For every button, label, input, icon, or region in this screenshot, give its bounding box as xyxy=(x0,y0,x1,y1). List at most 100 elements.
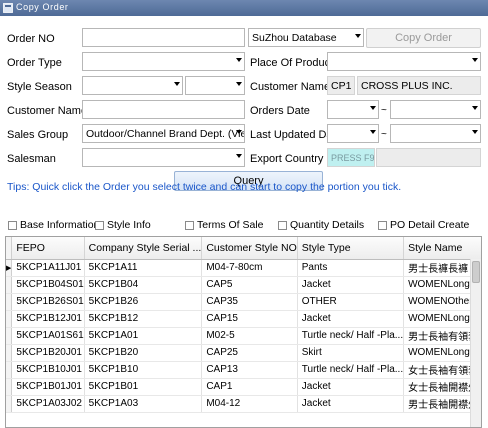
current-row-marker-icon: ▶ xyxy=(6,264,12,272)
chevron-down-icon xyxy=(370,106,376,110)
cell-company-style-serial[interactable]: 5KCP1B20 xyxy=(84,344,203,362)
cell-style-type[interactable]: Pants xyxy=(297,259,405,277)
customer-name-input[interactable] xyxy=(82,100,245,119)
cell-customer-style-no[interactable]: M04-7-80cm xyxy=(201,259,298,277)
po-detail-create-label: PO Detail Create xyxy=(390,219,470,231)
orders-date-label: Orders Date xyxy=(250,105,310,117)
column-header-company-style-serial[interactable]: Company Style Serial ... xyxy=(84,237,203,260)
cell-company-style-serial[interactable]: 5KCP1A11 xyxy=(84,259,203,277)
table-row[interactable]: 5KCP1A01S61 5KCP1A01 M02-5 Turtle neck/ Hal… xyxy=(6,327,481,345)
search-form: Order NO SuZhou Database Copy Order Orde… xyxy=(0,16,488,236)
cell-style-type[interactable]: Jacket xyxy=(297,395,405,413)
cell-style-type[interactable]: OTHER xyxy=(297,293,405,311)
cell-customer-style-no[interactable]: CAP35 xyxy=(201,293,298,311)
cell-fepo[interactable]: 5KCP1B01J01 xyxy=(11,378,85,396)
customer-name-display: CROSS PLUS INC. xyxy=(357,76,481,95)
table-row[interactable]: 5KCP1B12J01 5KCP1B12 CAP15 Jacket WOMENLong … xyxy=(6,310,481,328)
salesman-label: Salesman xyxy=(7,153,56,165)
last-updated-date-to[interactable] xyxy=(390,124,481,143)
sales-group-value: Outdoor/Channel Brand Dept. (Vietnam) xyxy=(86,128,245,140)
base-information-checkbox[interactable] xyxy=(8,221,17,230)
style-season-select-2[interactable] xyxy=(185,76,245,95)
header-row: FEPO Company Style Serial ... Customer S… xyxy=(6,237,481,260)
terms-of-sale-label: Terms Of Sale xyxy=(197,219,264,231)
table-row[interactable]: ▶ 5KCP1A11J01 5KCP1A11 M04-7-80cm Pants 男士長褲長… xyxy=(6,259,481,277)
cell-customer-style-no[interactable]: M02-5 xyxy=(201,327,298,345)
style-season-label: Style Season xyxy=(7,81,72,93)
sales-group-label: Sales Group xyxy=(7,129,69,141)
table-row[interactable]: 5KCP1B01J01 5KCP1B01 CAP1 Jacket 女士長袖開襟外套 xyxy=(6,378,481,396)
cell-style-type[interactable]: Turtle neck/ Half -Pla... xyxy=(297,327,405,345)
copy-order-button[interactable]: Copy Order xyxy=(366,28,481,48)
column-header-customer-style-no[interactable]: Customer Style NO xyxy=(201,237,298,260)
cell-customer-style-no[interactable]: CAP1 xyxy=(201,378,298,396)
cell-fepo[interactable]: 5KCP1A01S61 xyxy=(11,327,85,345)
cell-company-style-serial[interactable]: 5KCP1A03 xyxy=(84,395,203,413)
vertical-scrollbar[interactable] xyxy=(470,259,481,427)
cell-customer-style-no[interactable]: CAP13 xyxy=(201,361,298,379)
cell-company-style-serial[interactable]: 5KCP1B26 xyxy=(84,293,203,311)
cell-customer-style-no[interactable]: CAP15 xyxy=(201,310,298,328)
cell-fepo[interactable]: 5KCP1B12J01 xyxy=(11,310,85,328)
cell-fepo[interactable]: 5KCP1B26S01 xyxy=(11,293,85,311)
cell-fepo[interactable]: 5KCP1B20J01 xyxy=(11,344,85,362)
po-detail-create-checkbox[interactable] xyxy=(378,221,387,230)
export-country-code-field[interactable]: PRESS F9 FC xyxy=(327,148,375,167)
cell-company-style-serial[interactable]: 5KCP1B12 xyxy=(84,310,203,328)
table-row[interactable]: 5KCP1B26S015KCP1B26CAP35OTHERWOMENOthers… xyxy=(6,293,481,311)
chevron-down-icon xyxy=(472,130,478,134)
column-header-style-name[interactable]: Style Name xyxy=(403,237,481,260)
quantity-details-label: Quantity Details xyxy=(290,219,365,231)
cell-style-type[interactable]: Jacket xyxy=(297,276,405,294)
cell-style-type[interactable]: Jacket xyxy=(297,310,405,328)
terms-of-sale-checkbox[interactable] xyxy=(185,221,194,230)
export-country-name-field xyxy=(376,148,481,167)
chevron-down-icon xyxy=(472,58,478,62)
chevron-down-icon xyxy=(236,58,242,62)
cell-style-type[interactable]: Turtle neck/ Half -Pla... xyxy=(297,361,405,379)
grid-body: ▶ 5KCP1A11J01 5KCP1A11 M04-7-80cm Pants 男士長褲長… xyxy=(6,259,481,413)
table-row[interactable]: 5KCP1B20J015KCP1B20CAP25SkirtWOMENLong S… xyxy=(6,344,481,362)
table-row[interactable]: 5KCP1A03J02 5KCP1A03 M04-12 Jacket 男士長袖開襟外套 xyxy=(6,395,481,413)
style-season-select-1[interactable] xyxy=(82,76,183,95)
table-row[interactable]: 5KCP1B04S015KCP1B04CAP5JacketWOMENLong S… xyxy=(6,276,481,294)
chevron-down-icon xyxy=(370,130,376,134)
sales-group-select[interactable]: Outdoor/Channel Brand Dept. (Vietnam) xyxy=(82,124,245,143)
cell-company-style-serial[interactable]: 5KCP1B10 xyxy=(84,361,203,379)
cell-customer-style-no[interactable]: CAP5 xyxy=(201,276,298,294)
table-row[interactable]: 5KCP1B10J01 5KCP1B10 CAP13 Turtle neck/ Hal… xyxy=(6,361,481,379)
chevron-down-icon xyxy=(236,82,242,86)
cell-fepo[interactable]: 5KCP1B04S01 xyxy=(11,276,85,294)
database-select[interactable]: SuZhou Database xyxy=(248,28,364,47)
chevron-down-icon xyxy=(472,106,478,110)
cell-fepo[interactable]: 5KCP1B10J01 xyxy=(11,361,85,379)
cell-company-style-serial[interactable]: 5KCP1B01 xyxy=(84,378,203,396)
chevron-down-icon xyxy=(236,130,242,134)
last-updated-date-from[interactable] xyxy=(327,124,379,143)
title-bar: Copy Order xyxy=(0,0,488,16)
customer-name-label: Customer Name xyxy=(7,105,88,117)
order-type-select[interactable] xyxy=(82,52,245,71)
column-header-fepo[interactable]: FEPO xyxy=(11,237,85,260)
place-of-production-select[interactable] xyxy=(327,52,481,71)
app-icon xyxy=(3,3,13,13)
orders-date-from[interactable] xyxy=(327,100,379,119)
cell-fepo[interactable]: 5KCP1A11J01 xyxy=(11,259,85,277)
style-info-checkbox[interactable] xyxy=(95,221,104,230)
cell-style-type[interactable]: Skirt xyxy=(297,344,405,362)
cell-customer-style-no[interactable]: M04-12 xyxy=(201,395,298,413)
window-title: Copy Order xyxy=(16,2,69,12)
database-select-value: SuZhou Database xyxy=(252,32,337,44)
quantity-details-checkbox[interactable] xyxy=(278,221,287,230)
cell-style-type[interactable]: Jacket xyxy=(297,378,405,396)
column-header-style-type[interactable]: Style Type xyxy=(297,237,405,260)
cell-fepo[interactable]: 5KCP1A03J02 xyxy=(11,395,85,413)
cell-customer-style-no[interactable]: CAP25 xyxy=(201,344,298,362)
orders-date-to[interactable] xyxy=(390,100,481,119)
orders-grid[interactable]: FEPO Company Style Serial ... Customer S… xyxy=(5,236,482,428)
salesman-select[interactable] xyxy=(82,148,245,167)
order-no-input[interactable] xyxy=(82,28,245,47)
cell-company-style-serial[interactable]: 5KCP1B04 xyxy=(84,276,203,294)
scrollbar-thumb[interactable] xyxy=(472,261,480,283)
cell-company-style-serial[interactable]: 5KCP1A01 xyxy=(84,327,203,345)
